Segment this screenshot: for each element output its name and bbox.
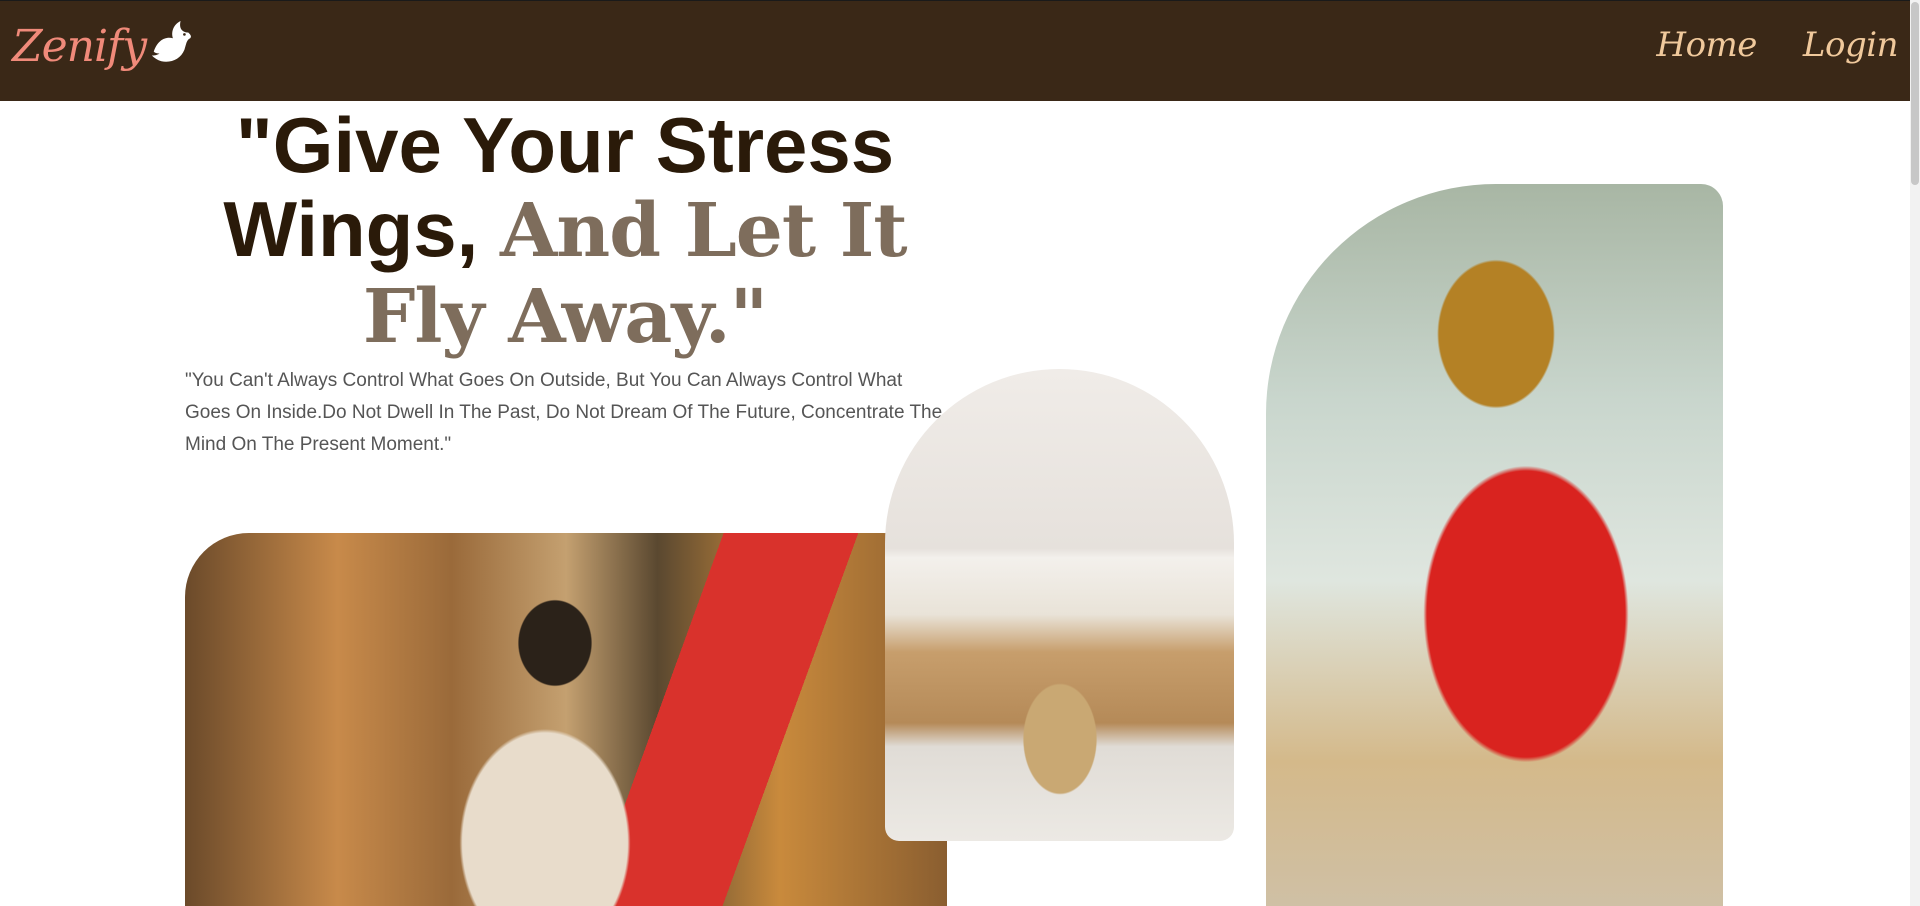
- stressed-man-photo: [185, 533, 947, 906]
- book-on-head-photo: [885, 369, 1234, 841]
- tired-woman-photo: [1266, 184, 1723, 906]
- navbar: Zenify Home Login: [0, 0, 1910, 101]
- scrollbar[interactable]: [1910, 0, 1920, 906]
- scrollbar-thumb[interactable]: [1911, 2, 1919, 185]
- nav-login-link[interactable]: Login: [1803, 25, 1899, 65]
- hero-headline: "Give Your Stress Wings, And Let It Fly …: [185, 103, 945, 359]
- dove-icon: [152, 20, 192, 62]
- hero-quote: "You Can't Always Control What Goes On O…: [185, 370, 943, 455]
- brand-logo[interactable]: Zenify: [12, 20, 194, 72]
- nav-menu: Home Login: [1656, 25, 1898, 65]
- brand-name: Zenify: [12, 21, 147, 72]
- nav-home-link[interactable]: Home: [1656, 25, 1757, 65]
